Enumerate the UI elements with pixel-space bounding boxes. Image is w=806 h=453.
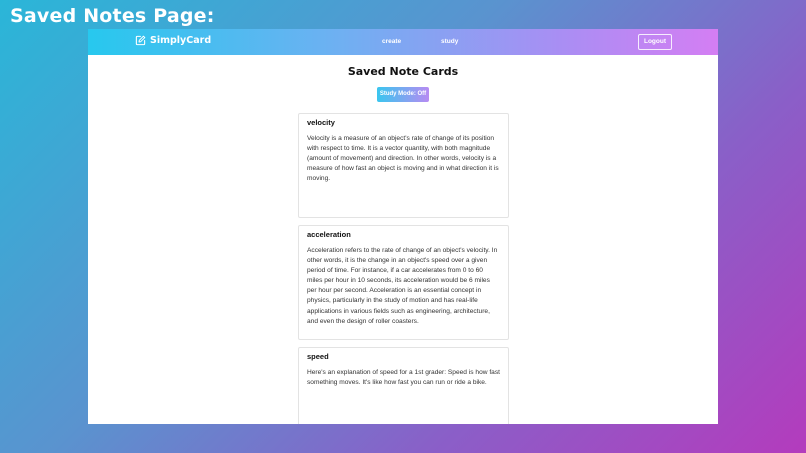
page-heading: Saved Notes Page: (10, 5, 215, 27)
note-card-body: Acceleration refers to the rate of chang… (307, 247, 498, 325)
app-window: SimplyCard create study Logout Saved Not… (88, 29, 718, 424)
brand-logo[interactable]: SimplyCard (135, 35, 211, 46)
note-card-title: speed (307, 352, 329, 361)
note-card-title: velocity (307, 118, 335, 127)
note-card-title: acceleration (307, 230, 351, 239)
note-card-body: Velocity is a measure of an object's rat… (307, 135, 499, 183)
note-card[interactable]: acceleration Acceleration refers to the … (298, 225, 509, 340)
nav-link-study[interactable]: study (441, 38, 458, 45)
note-card-list: velocity Velocity is a measure of an obj… (298, 113, 509, 424)
note-card[interactable]: speed Here's an explanation of speed for… (298, 347, 509, 424)
note-card-body: Here's an explanation of speed for a 1st… (307, 369, 500, 387)
page-title: Saved Note Cards (347, 65, 459, 78)
study-mode-container: Study Mode: Off (88, 82, 718, 102)
logout-button[interactable]: Logout (637, 34, 672, 50)
study-mode-toggle[interactable]: Study Mode: Off (376, 87, 430, 102)
main-content: Saved Note Cards Study Mode: Off velocit… (88, 65, 718, 424)
note-card[interactable]: velocity Velocity is a measure of an obj… (298, 113, 509, 218)
navbar: SimplyCard create study Logout (88, 29, 718, 55)
edit-square-icon (135, 35, 146, 46)
nav-link-create[interactable]: create (382, 38, 401, 45)
brand-name: SimplyCard (150, 35, 212, 46)
